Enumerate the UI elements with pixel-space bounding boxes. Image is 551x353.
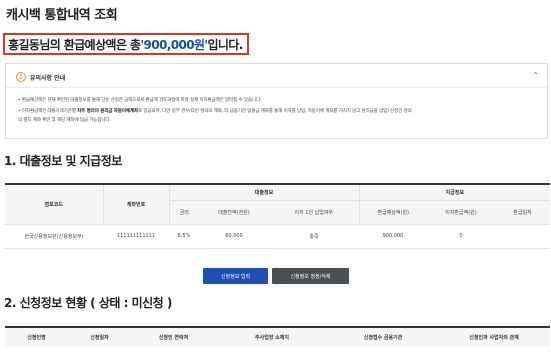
summary-amount: '900,000원' xyxy=(140,37,208,52)
section-title-loan: 1. 대출정보 및 지급정보 xyxy=(4,154,122,168)
apply-info-button[interactable]: 신청정보 입력 xyxy=(203,268,268,284)
notice-line-2: • 이자환급액은 대출거래기관별 차주 명의의 원리금 자동이체계좌로 입금되며… xyxy=(18,108,412,114)
refund-summary: 홍길동님의 환급예상액은 총 '900,000원' 입니다. xyxy=(3,33,249,55)
notice-line-2-bold: 차주 명의의 원리금 자동이체계좌 xyxy=(77,109,139,114)
header-applicant-name: 신청인명 xyxy=(5,327,68,347)
cell-refund-date xyxy=(495,224,551,249)
header-interest-paid: 이자 1년 납입여부 xyxy=(269,200,359,225)
notice-title: 유의사항 안내 xyxy=(30,74,66,82)
header-apply-date: 신청일자 xyxy=(68,327,131,347)
application-status-table: 신청인명 신청일자 신청인 연락처 주사업장 소재지 신청접수 금융기관 신청인… xyxy=(5,326,550,347)
chevron-up-icon[interactable]: ⌃ xyxy=(532,71,539,80)
header-rate: 금리 xyxy=(168,200,199,225)
cell-interest-paid: 충족 xyxy=(269,224,359,249)
notice-line-3: 의 별도 계좌 확인 후 해당 계좌에 입금 가능합니다. xyxy=(18,118,111,123)
notice-line-2-pre: • 이자환급액은 대출거래기관별 xyxy=(18,109,78,114)
info-icon: ! xyxy=(16,72,26,82)
summary-suffix: 입니다. xyxy=(207,37,243,52)
header-applicant-contact: 신청인 연락처 xyxy=(131,327,216,347)
loan-info-table: 점포코드 계좌번호 대출정보 지급정보 금리 대출잔액(천원) 이자 1년 납입… xyxy=(5,183,551,249)
notice-line-1: • 환급예상액은 현재 확인된 대출정보를 통해 단순 산정한 금액으로서 환급… xyxy=(18,98,262,103)
header-refund-date: 환급일자 xyxy=(495,200,551,225)
header-expected-refund: 환급예상액(원) xyxy=(358,200,427,225)
section-title-application: 2. 신청정보 현황 ( 상태 : 미신청 ) xyxy=(4,296,172,310)
cell-expected-refund: 900,000 xyxy=(359,224,427,249)
header-balance: 대출잔액(천원) xyxy=(199,200,269,225)
page-title: 캐시백 통합내역 조회 xyxy=(6,8,118,23)
notice-header[interactable]: ! 유의사항 안내 xyxy=(16,72,65,82)
cell-interest-refund: 0 xyxy=(427,224,495,249)
header-interest-refund: 이자환급액(원) xyxy=(427,200,495,225)
header-business-address: 주사업장 소재지 xyxy=(216,327,328,347)
edit-delete-button[interactable]: 신청정보 정정/삭제 xyxy=(272,268,349,284)
notice-divider xyxy=(6,87,547,88)
cell-branch: 한국신용정보원(신용정보부) xyxy=(5,224,103,249)
table-row: 한국신용정보원(신용정보부) 111111111111 6.5% 60,000 … xyxy=(5,224,551,249)
header-institution: 신청접수 금융기관 xyxy=(328,327,438,347)
notice-panel: ! 유의사항 안내 ⌃ • 환급예상액은 현재 확인된 대출정보를 통해 단순 … xyxy=(5,63,548,139)
header-relationship: 신청인과 사업자의 관계 xyxy=(438,327,550,347)
header-account-number: 계좌번호 xyxy=(102,184,169,225)
header-payment-info: 지급정보 xyxy=(358,184,551,201)
header-branch-code: 점포코드 xyxy=(5,184,103,225)
cell-balance: 60,000 xyxy=(199,224,269,249)
cell-account: 111111111111 xyxy=(103,224,169,249)
notice-line-2-post: 로 입금되며, 다만 일부 경우(타인 명의의 계좌, 타 금융기관 입출금 계… xyxy=(138,109,412,114)
summary-prefix: 홍길동님의 환급예상액은 총 xyxy=(8,37,141,52)
cell-rate: 6.5% xyxy=(169,224,199,249)
header-loan-info: 대출정보 xyxy=(168,184,359,201)
